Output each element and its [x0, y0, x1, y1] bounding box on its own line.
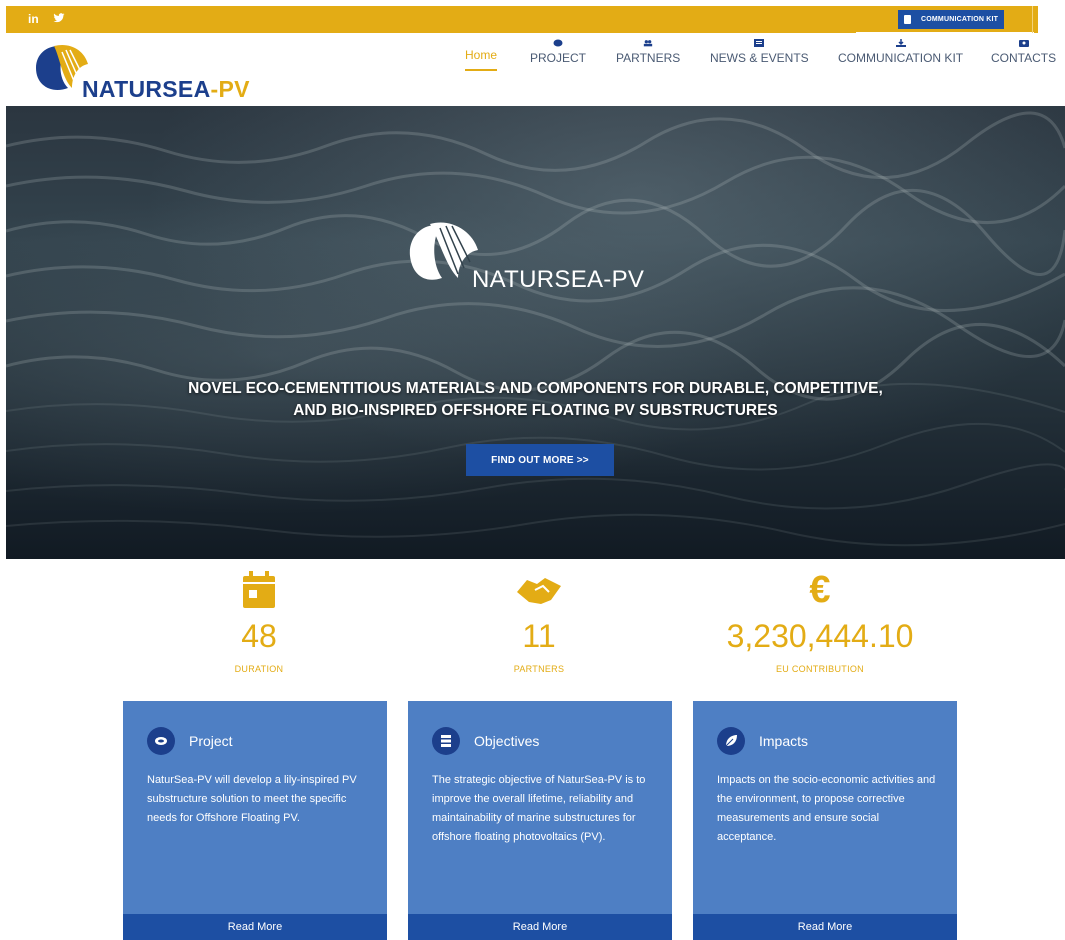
card-objectives-text: The strategic objective of NaturSea-PV i… [432, 774, 646, 843]
top-bar: in COMMUNICATION KIT [6, 6, 1038, 33]
communication-kit-button[interactable]: COMMUNICATION KIT [898, 10, 1004, 29]
card-project: Project NaturSea-PV will develop a lily-… [123, 701, 387, 940]
nav-communication-kit[interactable]: COMMUNICATION KIT [838, 39, 963, 65]
news-icon [754, 39, 765, 47]
calendar-icon [243, 571, 275, 608]
social-links: in [28, 12, 65, 26]
project-icon [553, 39, 563, 47]
card-objectives-title: Objectives [474, 733, 540, 749]
nav-home[interactable]: Home [465, 48, 497, 71]
topbar-divider [1032, 6, 1033, 33]
nav-project-label: PROJECT [530, 51, 587, 65]
communication-kit-label: COMMUNICATION KIT [921, 16, 999, 23]
nav-news-events-label: NEWS & EVENTS [710, 51, 809, 65]
stat-duration-value: 48 [241, 618, 277, 654]
main-nav: Home PROJECT PARTNERS NEWS & EVENTS COMM… [6, 33, 1065, 106]
nav-contacts[interactable]: CONTACTS [991, 39, 1056, 65]
nav-partners[interactable]: PARTNERS [616, 39, 680, 65]
card-project-read-more[interactable]: Read More [123, 914, 387, 940]
people-icon [643, 40, 653, 47]
card-impacts-text: Impacts on the socio-economic activities… [717, 774, 936, 843]
card-project-text: NaturSea-PV will develop a lily-inspired… [147, 774, 357, 824]
document-icon [904, 15, 911, 24]
stat-partners-value: 11 [522, 618, 556, 654]
card-project-title: Project [189, 733, 233, 749]
contact-icon [1018, 40, 1029, 47]
stat-eu-contribution: € 3,230,444.10 EU CONTRIBUTION [710, 568, 930, 674]
nav-partners-label: PARTNERS [616, 51, 681, 65]
linkedin-icon[interactable]: in [28, 12, 39, 26]
card-impacts-title: Impacts [759, 733, 809, 749]
stat-duration-label: DURATION [234, 664, 284, 674]
nav-communication-kit-label: COMMUNICATION KIT [838, 51, 964, 65]
leaf-circle-icon [717, 727, 745, 755]
stat-duration: 48 DURATION [149, 568, 369, 674]
stat-eu-contribution-label: EU CONTRIBUTION [775, 664, 864, 674]
project-circle-icon [147, 727, 175, 755]
objectives-circle-icon [432, 727, 460, 755]
stat-partners-label: PARTNERS [513, 664, 565, 674]
nav-contacts-label: CONTACTS [991, 51, 1057, 65]
twitter-icon[interactable] [53, 12, 65, 24]
hero-tagline-line1: NOVEL ECO-CEMENTITIOUS MATERIALS AND COM… [188, 380, 883, 397]
download-icon [895, 39, 906, 47]
card-objectives: Objectives The strategic objective of Na… [408, 701, 672, 940]
nav-news-events[interactable]: NEWS & EVENTS [710, 39, 809, 65]
hero-wordmark: NATURSEA-PV [472, 266, 645, 293]
stat-partners: 11 PARTNERS [429, 568, 649, 674]
nav-project[interactable]: PROJECT [530, 39, 586, 65]
handshake-icon [517, 578, 561, 604]
site-header: NATURSEA-PV Home PROJECT PARTNERS NEWS &… [6, 33, 1065, 106]
find-out-more-button[interactable]: FIND OUT MORE >> [466, 444, 614, 476]
hero-banner: NATURSEA-PV NOVEL ECO-CEMENTITIOUS MATER… [6, 106, 1065, 559]
ocean-background [6, 111, 1065, 547]
card-objectives-read-more[interactable]: Read More [408, 914, 672, 940]
stat-eu-contribution-value: 3,230,444.10 [726, 618, 914, 654]
card-impacts-read-more[interactable]: Read More [693, 914, 957, 940]
nav-home-label: Home [465, 48, 498, 62]
euro-icon: € [809, 569, 831, 611]
hero-tagline-line2: AND BIO-INSPIRED OFFSHORE FLOATING PV SU… [293, 402, 778, 419]
active-indicator [465, 69, 497, 71]
card-impacts: Impacts Impacts on the socio-economic ac… [693, 701, 957, 940]
